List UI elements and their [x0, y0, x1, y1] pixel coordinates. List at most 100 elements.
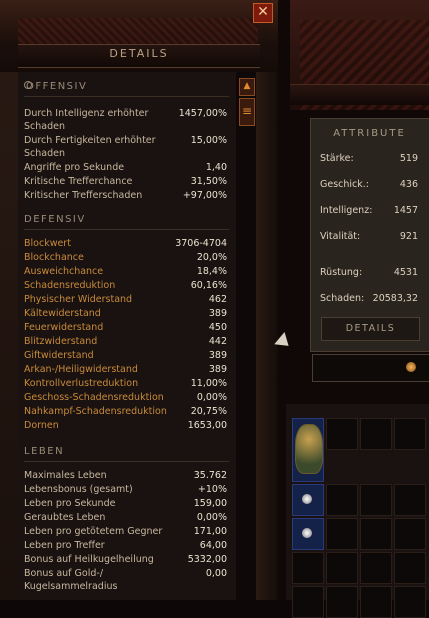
stat-value: 442: [208, 336, 227, 347]
stat-label: Giftwiderstand: [24, 350, 94, 361]
stat-value: 0,00%: [196, 512, 227, 523]
inventory-slot[interactable]: [360, 484, 392, 516]
section-divider: [24, 96, 229, 97]
attribute-row: Intelligenz: 1457: [320, 205, 418, 216]
stat-label: Kritische Trefferchance: [24, 176, 133, 187]
stat-label: Nahkampf-Schadensreduktion: [24, 406, 167, 417]
stat-label: Schadensreduktion: [24, 280, 116, 291]
stat-label: Maximales Leben: [24, 470, 107, 481]
inventory-slot[interactable]: [360, 418, 392, 450]
inventory-slot[interactable]: [292, 586, 324, 618]
stat-value: 1653,00: [187, 420, 227, 431]
stat-label: Leben pro Sekunde: [24, 498, 116, 509]
stat-value: 1457,00%: [178, 108, 227, 119]
inventory-slot[interactable]: [292, 552, 324, 584]
stat-label: Arkan-/Heiligwiderstand: [24, 364, 138, 375]
close-button[interactable]: ✕: [253, 3, 273, 23]
inventory-slot[interactable]: [326, 418, 358, 450]
scrollbar-thumb[interactable]: ≡: [239, 98, 255, 126]
stat-value: 0,00: [205, 568, 227, 579]
stat-label: Feuerwiderstand: [24, 322, 104, 333]
inventory-slot[interactable]: [326, 586, 358, 618]
stat-value: 171,00: [193, 526, 227, 537]
stat-value: 5332,00: [187, 554, 227, 565]
orb-icon: [406, 362, 416, 372]
stat-label: Physischer Widerstand: [24, 294, 133, 305]
inventory-slot[interactable]: [360, 552, 392, 584]
attribute-value: 921: [399, 231, 418, 242]
arrow-up-icon: ▲: [243, 81, 251, 91]
attribute-row: Geschick.: 436: [320, 179, 418, 190]
stat-label: Geraubtes Leben: [24, 512, 106, 523]
inventory-slot[interactable]: [360, 586, 392, 618]
details-title: DETAILS: [109, 47, 169, 60]
panel-edge: [256, 72, 278, 600]
stat-value: 389: [208, 364, 227, 375]
inventory-slot[interactable]: [326, 518, 358, 550]
stat-label: Bonus auf Gold-/ Kugelsammelradius: [24, 568, 118, 592]
stat-label: Ausweichchance: [24, 266, 104, 277]
inventory-slot[interactable]: [394, 518, 426, 550]
attribute-label: Vitalität:: [320, 231, 361, 242]
attribute-label: Schaden:: [320, 293, 365, 304]
grip-icon: ≡: [241, 104, 253, 118]
section-divider: [24, 461, 229, 462]
gem-icon: [302, 528, 312, 538]
section-heading-leben: LEBEN: [24, 446, 65, 457]
stat-value: 64,00: [199, 540, 227, 551]
stat-label: Angriffe pro Sekunde: [24, 162, 125, 173]
scroll-up-button[interactable]: ▲: [239, 78, 255, 96]
stat-value: 20,75%: [190, 406, 227, 417]
stat-label: Bonus auf Heilkugelheilung: [24, 554, 154, 565]
amulet-icon[interactable]: [295, 424, 323, 474]
attribute-value: 436: [399, 179, 418, 190]
stat-label: Kritischer Trefferschaden: [24, 190, 143, 201]
stat-value: 1,40: [205, 162, 227, 173]
stat-label: Kältewiderstand: [24, 308, 101, 319]
attributes-title: ATTRIBUTE: [333, 128, 406, 139]
stat-label: Durch Fertigkeiten erhöhter Schaden: [24, 135, 156, 159]
attribute-row: Rüstung: 4531: [320, 267, 418, 278]
stat-label: Blockwert: [24, 238, 71, 249]
stat-label: Geschoss-Schadensreduktion: [24, 392, 164, 403]
stat-label: Durch Intelligenz erhöhter Schaden: [24, 108, 149, 132]
header-bar: [290, 84, 429, 105]
stat-value: 389: [208, 308, 227, 319]
scrollbar-track[interactable]: [236, 72, 256, 600]
stat-label: Dornen: [24, 420, 59, 431]
inventory-slot[interactable]: [394, 586, 426, 618]
attribute-value: 519: [399, 153, 418, 164]
attribute-value: 20583,32: [372, 293, 418, 304]
stat-value: 15,00%: [190, 135, 227, 146]
attribute-label: Geschick.:: [320, 179, 369, 190]
stat-value: 450: [208, 322, 227, 333]
section-heading-offensiv: OFFENSIV: [24, 81, 88, 92]
stat-label: Blitzwiderstand: [24, 336, 98, 347]
stat-value: 11,00%: [190, 378, 227, 389]
stat-label: Leben pro Treffer: [24, 540, 105, 551]
attribute-row: Vitalität: 921: [320, 231, 418, 242]
stat-label: Lebensbonus (gesamt): [24, 484, 133, 495]
stat-value: 159,00: [193, 498, 227, 509]
stat-value: 20,0%: [196, 252, 227, 263]
stat-value: 3706-4704: [175, 238, 227, 249]
inventory-slot[interactable]: [394, 418, 426, 450]
inventory-slot[interactable]: [394, 484, 426, 516]
stat-label: Leben pro getötetem Gegner: [24, 526, 163, 537]
gem-icon: [302, 494, 312, 504]
section-divider: [24, 229, 229, 230]
inventory-slot[interactable]: [326, 484, 358, 516]
attribute-row: Schaden: 20583,32: [320, 293, 418, 304]
details-button[interactable]: DETAILS: [321, 317, 420, 341]
stat-value: 18,4%: [196, 266, 227, 277]
attribute-label: Intelligenz:: [320, 205, 373, 216]
attribute-row: Stärke: 519: [320, 153, 418, 164]
stat-value: 389: [208, 350, 227, 361]
inventory-slot[interactable]: [360, 518, 392, 550]
stat-value: 462: [208, 294, 227, 305]
stat-value: +97,00%: [182, 190, 227, 201]
attribute-value: 1457: [393, 205, 418, 216]
inventory-slot[interactable]: [326, 552, 358, 584]
inventory-slot[interactable]: [394, 552, 426, 584]
stat-value: +10%: [197, 484, 227, 495]
